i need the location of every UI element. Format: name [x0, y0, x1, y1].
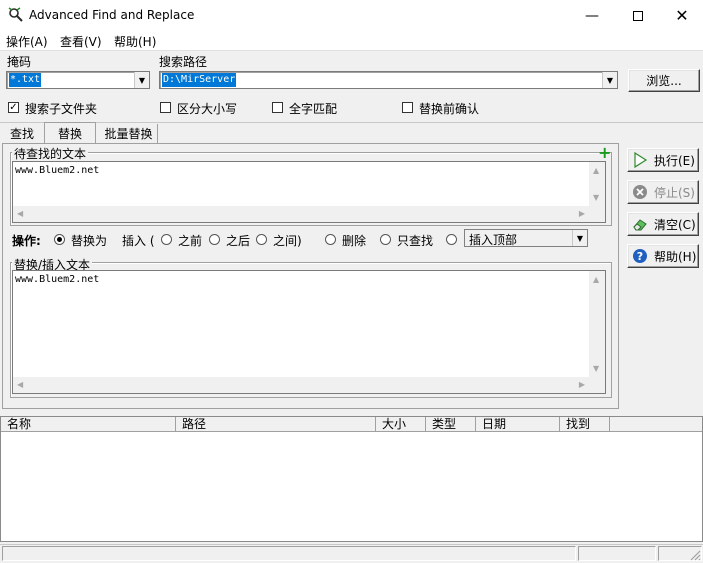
minimize-icon: —: [585, 7, 599, 24]
radio-delete[interactable]: [325, 234, 336, 245]
divider: [0, 122, 703, 123]
horizontal-scrollbar[interactable]: ◀ ▶: [13, 377, 589, 393]
chevron-down-icon[interactable]: ▼: [134, 72, 149, 88]
clear-button[interactable]: 清空(C): [627, 212, 699, 236]
whole-word-label: 全字匹配: [289, 102, 338, 116]
search-path-label: 搜索路径: [159, 55, 208, 69]
column-header-date[interactable]: 日期: [476, 417, 560, 432]
tab-replace[interactable]: 替换: [44, 122, 96, 143]
after-label: 之后: [226, 234, 251, 248]
help-icon: ?: [633, 249, 647, 263]
minimize-button[interactable]: —: [569, 0, 615, 31]
replace-text: www.Bluem2.net: [15, 274, 100, 285]
menu-bar: 操作(A) 查看(V) 帮助(H): [0, 31, 703, 51]
confirm-label: 替换前确认: [419, 102, 480, 116]
radio-after[interactable]: [209, 234, 220, 245]
results-list[interactable]: [0, 416, 703, 542]
mask-value: *.txt: [9, 73, 42, 87]
case-checkbox[interactable]: [160, 102, 171, 113]
find-label: 待查找的文本: [12, 145, 89, 162]
resize-grip-icon[interactable]: [688, 548, 701, 561]
maximize-button[interactable]: [615, 0, 661, 31]
maximize-icon: [633, 10, 643, 21]
tab-batch-replace[interactable]: 批量替换: [100, 124, 158, 143]
stop-button[interactable]: 停止(S): [627, 180, 699, 204]
replace-with-label: 替换为: [71, 234, 108, 248]
vertical-scrollbar[interactable]: ▲ ▼: [589, 271, 605, 377]
status-panel-count: [578, 546, 656, 561]
browse-button[interactable]: 浏览...: [628, 69, 700, 92]
find-only-label: 只查找: [397, 234, 434, 248]
chevron-down-icon[interactable]: ▼: [602, 72, 617, 88]
subfolders-label: 搜索子文件夹: [25, 102, 98, 116]
menu-view[interactable]: 查看(V): [60, 33, 102, 50]
insert-position-combo[interactable]: 插入顶部 ▼: [464, 229, 588, 247]
scrollbar-corner: [589, 377, 605, 393]
search-path-combo[interactable]: D:\MirServer ▼: [159, 71, 618, 89]
add-icon[interactable]: +: [598, 145, 611, 161]
execute-button[interactable]: 执行(E): [627, 148, 699, 172]
stop-label: 停止(S): [654, 185, 695, 200]
vertical-scrollbar[interactable]: ▲ ▼: [589, 162, 605, 206]
close-button[interactable]: ✕: [659, 0, 703, 31]
subfolders-checkbox[interactable]: ✓: [8, 102, 19, 113]
radio-before[interactable]: [161, 234, 172, 245]
case-label: 区分大小写: [177, 102, 238, 116]
search-path-value: D:\MirServer: [162, 73, 237, 87]
radio-insert-position[interactable]: [446, 234, 457, 245]
confirm-checkbox[interactable]: [402, 102, 413, 113]
find-textarea[interactable]: www.Bluem2.net ▲ ▼ ◀ ▶: [12, 161, 606, 223]
operation-label: 操作:: [12, 234, 41, 248]
clear-label: 清空(C): [654, 217, 696, 232]
column-header-size[interactable]: 大小: [376, 417, 426, 432]
app-icon: [8, 7, 23, 22]
eraser-icon: [633, 219, 647, 231]
svg-text:?: ?: [637, 250, 643, 263]
menu-help[interactable]: 帮助(H): [114, 33, 156, 50]
play-icon: [634, 152, 648, 168]
mask-combo[interactable]: *.txt ▼: [6, 71, 150, 89]
help-label: 帮助(H): [654, 249, 697, 264]
mask-label: 掩码: [7, 55, 32, 69]
column-header-found[interactable]: 找到: [560, 417, 610, 432]
column-header-type[interactable]: 类型: [426, 417, 476, 432]
delete-label: 删除: [342, 234, 367, 248]
stop-icon: [633, 185, 647, 199]
between-label: 之间): [273, 234, 302, 248]
radio-replace-with[interactable]: [54, 234, 65, 245]
execute-label: 执行(E): [654, 153, 695, 168]
before-label: 之前: [178, 234, 203, 248]
column-header-path[interactable]: 路径: [176, 417, 376, 432]
help-button[interactable]: ? 帮助(H): [627, 244, 699, 268]
tab-find[interactable]: 查找: [4, 124, 40, 143]
whole-word-checkbox[interactable]: [272, 102, 283, 113]
scrollbar-corner: [589, 206, 605, 222]
status-panel-main: [2, 546, 576, 561]
horizontal-scrollbar[interactable]: ◀ ▶: [13, 206, 589, 222]
window-title: Advanced Find and Replace: [29, 8, 195, 22]
insert-label: 插入 (: [122, 234, 155, 248]
radio-between[interactable]: [256, 234, 267, 245]
radio-find-only[interactable]: [380, 234, 391, 245]
chevron-down-icon[interactable]: ▼: [572, 230, 587, 246]
find-text: www.Bluem2.net: [15, 165, 100, 176]
close-icon: ✕: [675, 6, 689, 25]
replace-textarea[interactable]: www.Bluem2.net ▲ ▼ ◀ ▶: [12, 270, 606, 394]
insert-position-value: 插入顶部: [469, 233, 518, 247]
menu-operate[interactable]: 操作(A): [6, 33, 48, 50]
column-header-name[interactable]: 名称: [1, 417, 176, 432]
